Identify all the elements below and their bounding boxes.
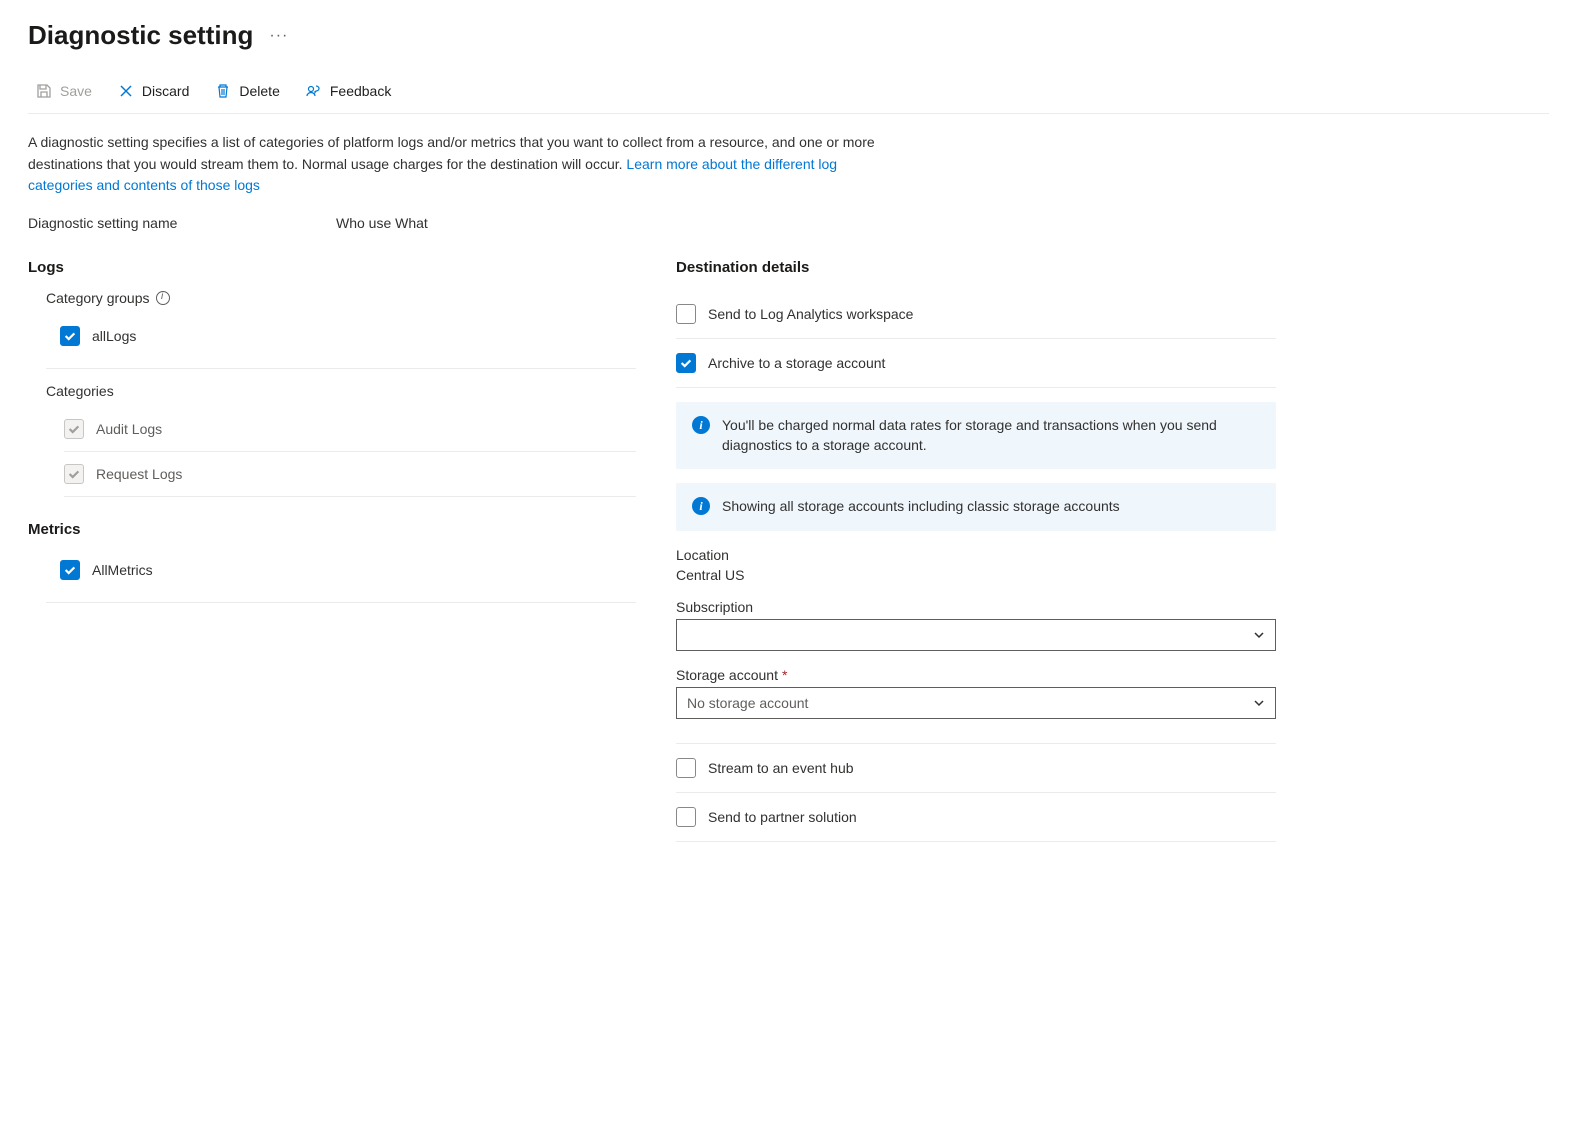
setting-name-label: Diagnostic setting name [28,215,336,231]
log-analytics-checkbox[interactable] [676,304,696,324]
setting-name-value: Who use What [336,215,428,231]
logs-heading: Logs [28,259,636,276]
audit-logs-checkbox [64,419,84,439]
page-title: Diagnostic setting [28,20,253,51]
category-groups-label: Category groups [46,290,150,306]
info-icon: i [692,497,710,515]
delete-button[interactable]: Delete [207,79,287,103]
discard-icon [118,83,134,99]
archive-storage-label: Archive to a storage account [708,355,885,371]
metrics-heading: Metrics [28,521,636,538]
chevron-down-icon [1253,697,1265,709]
all-metrics-checkbox[interactable] [60,560,80,580]
storage-charge-info: i You'll be charged normal data rates fo… [676,402,1276,469]
event-hub-label: Stream to an event hub [708,760,854,776]
feedback-button[interactable]: Feedback [298,79,399,103]
location-value: Central US [676,567,1276,583]
feedback-label: Feedback [330,83,391,99]
save-button: Save [28,79,100,103]
destination-heading: Destination details [676,259,1276,276]
request-logs-label: Request Logs [96,466,182,482]
subscription-label: Subscription [676,599,1276,615]
required-asterisk: * [782,667,787,683]
all-logs-checkbox[interactable] [60,326,80,346]
partner-checkbox[interactable] [676,807,696,827]
storage-account-dropdown[interactable]: No storage account [676,687,1276,719]
request-logs-checkbox [64,464,84,484]
audit-logs-label: Audit Logs [96,421,162,437]
save-icon [36,83,52,99]
info-icon: i [692,416,710,434]
all-metrics-label: AllMetrics [92,562,153,578]
description-text: A diagnostic setting specifies a list of… [28,132,898,197]
feedback-icon [306,83,322,99]
info-icon[interactable] [156,291,170,305]
archive-storage-checkbox[interactable] [676,353,696,373]
storage-classic-info: i Showing all storage accounts including… [676,483,1276,531]
event-hub-checkbox[interactable] [676,758,696,778]
partner-label: Send to partner solution [708,809,857,825]
storage-account-placeholder: No storage account [687,695,808,711]
more-options-icon[interactable]: ··· [269,27,288,45]
discard-button[interactable]: Discard [110,79,197,103]
save-label: Save [60,83,92,99]
storage-account-label: Storage account [676,667,778,683]
storage-charge-text: You'll be charged normal data rates for … [722,416,1260,455]
categories-label: Categories [46,383,114,399]
log-analytics-label: Send to Log Analytics workspace [708,306,913,322]
delete-icon [215,83,231,99]
delete-label: Delete [239,83,279,99]
toolbar: Save Discard Delete Feedback [28,79,1549,114]
all-logs-label: allLogs [92,328,136,344]
subscription-dropdown[interactable] [676,619,1276,651]
discard-label: Discard [142,83,189,99]
chevron-down-icon [1253,629,1265,641]
storage-classic-text: Showing all storage accounts including c… [722,497,1120,517]
location-label: Location [676,547,1276,563]
